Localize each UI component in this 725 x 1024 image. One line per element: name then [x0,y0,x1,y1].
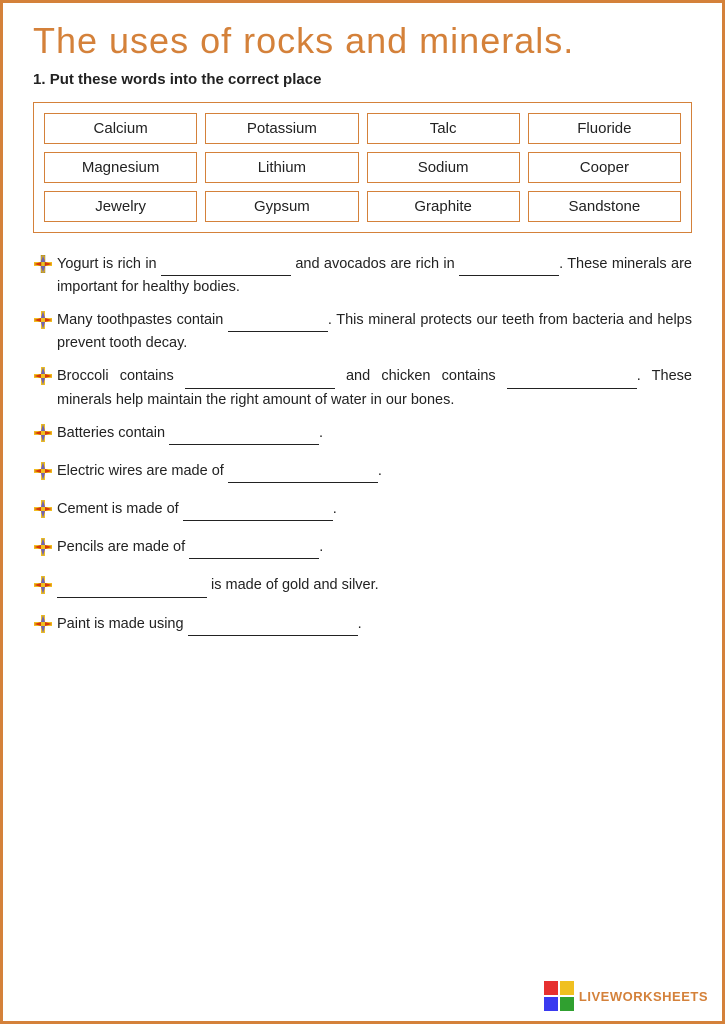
bullet-icon-8 [33,576,53,602]
blank-5-1[interactable] [228,467,378,483]
sentence-1: Yogurt is rich in and avocados are rich … [33,253,692,299]
word-box-7: Cooper [528,152,681,183]
bullet-icon-3 [33,367,53,393]
liveworksheets-branding: LIVEWORKSHEETS [544,981,708,1011]
blank-3-1[interactable] [185,373,335,389]
sentence-6: Cement is made of . [33,498,692,526]
sentence-3: Broccoli contains and chicken contains .… [33,365,692,411]
sentence-4: Batteries contain . [33,422,692,450]
sentence-9: Paint is made using . [33,613,692,641]
page: The uses of rocks and minerals. 1. Put t… [0,0,725,1024]
sentence-6-text: Cement is made of . [57,498,692,521]
word-box-10: Graphite [367,191,520,222]
word-box-5: Lithium [205,152,358,183]
liveworksheets-logo-icon [544,981,574,1011]
instruction-text: Put these words into the correct place [50,71,322,88]
liveworksheets-label: LIVEWORKSHEETS [579,989,708,1004]
blank-9-1[interactable] [188,620,358,636]
blank-1-1[interactable] [161,260,291,276]
blank-3-2[interactable] [507,373,637,389]
word-box-3: Fluoride [528,113,681,144]
sentence-8-text: is made of gold and silver. [57,574,692,597]
word-bank: Calcium Potassium Talc Fluoride Magnesium Lit… [33,102,692,233]
sentence-9-text: Paint is made using . [57,613,692,636]
page-title: The uses of rocks and minerals. [33,21,692,61]
sentence-5-text: Electric wires are made of . [57,460,692,483]
word-box-1: Potassium [205,113,358,144]
blank-6-1[interactable] [183,505,333,521]
sentence-8: is made of gold and silver. [33,574,692,602]
sentence-3-text: Broccoli contains and chicken contains .… [57,365,692,411]
word-box-6: Sodium [367,152,520,183]
word-box-8: Jewelry [44,191,197,222]
blank-4-1[interactable] [169,429,319,445]
sentence-7: Pencils are made of . [33,536,692,564]
bullet-icon-5 [33,462,53,488]
sentence-1-text: Yogurt is rich in and avocados are rich … [57,253,692,299]
blank-7-1[interactable] [189,543,319,559]
sentence-7-text: Pencils are made of . [57,536,692,559]
blank-2-1[interactable] [228,316,328,332]
instruction: 1. Put these words into the correct plac… [33,71,692,88]
word-box-9: Gypsum [205,191,358,222]
sentence-2-text: Many toothpastes contain . This mineral … [57,309,692,355]
sentence-4-text: Batteries contain . [57,422,692,445]
bullet-icon-4 [33,424,53,450]
sentence-5: Electric wires are made of . [33,460,692,488]
instruction-number: 1. [33,71,46,88]
word-box-2: Talc [367,113,520,144]
blank-1-2[interactable] [459,260,559,276]
bullet-icon-2 [33,311,53,337]
bullet-icon-9 [33,615,53,641]
word-box-11: Sandstone [528,191,681,222]
bullet-icon-6 [33,500,53,526]
word-box-4: Magnesium [44,152,197,183]
sentence-2: Many toothpastes contain . This mineral … [33,309,692,355]
word-box-0: Calcium [44,113,197,144]
bullet-icon-1 [33,255,53,281]
sentences-container: Yogurt is rich in and avocados are rich … [33,253,692,641]
bullet-icon-7 [33,538,53,564]
blank-8-1[interactable] [57,582,207,598]
